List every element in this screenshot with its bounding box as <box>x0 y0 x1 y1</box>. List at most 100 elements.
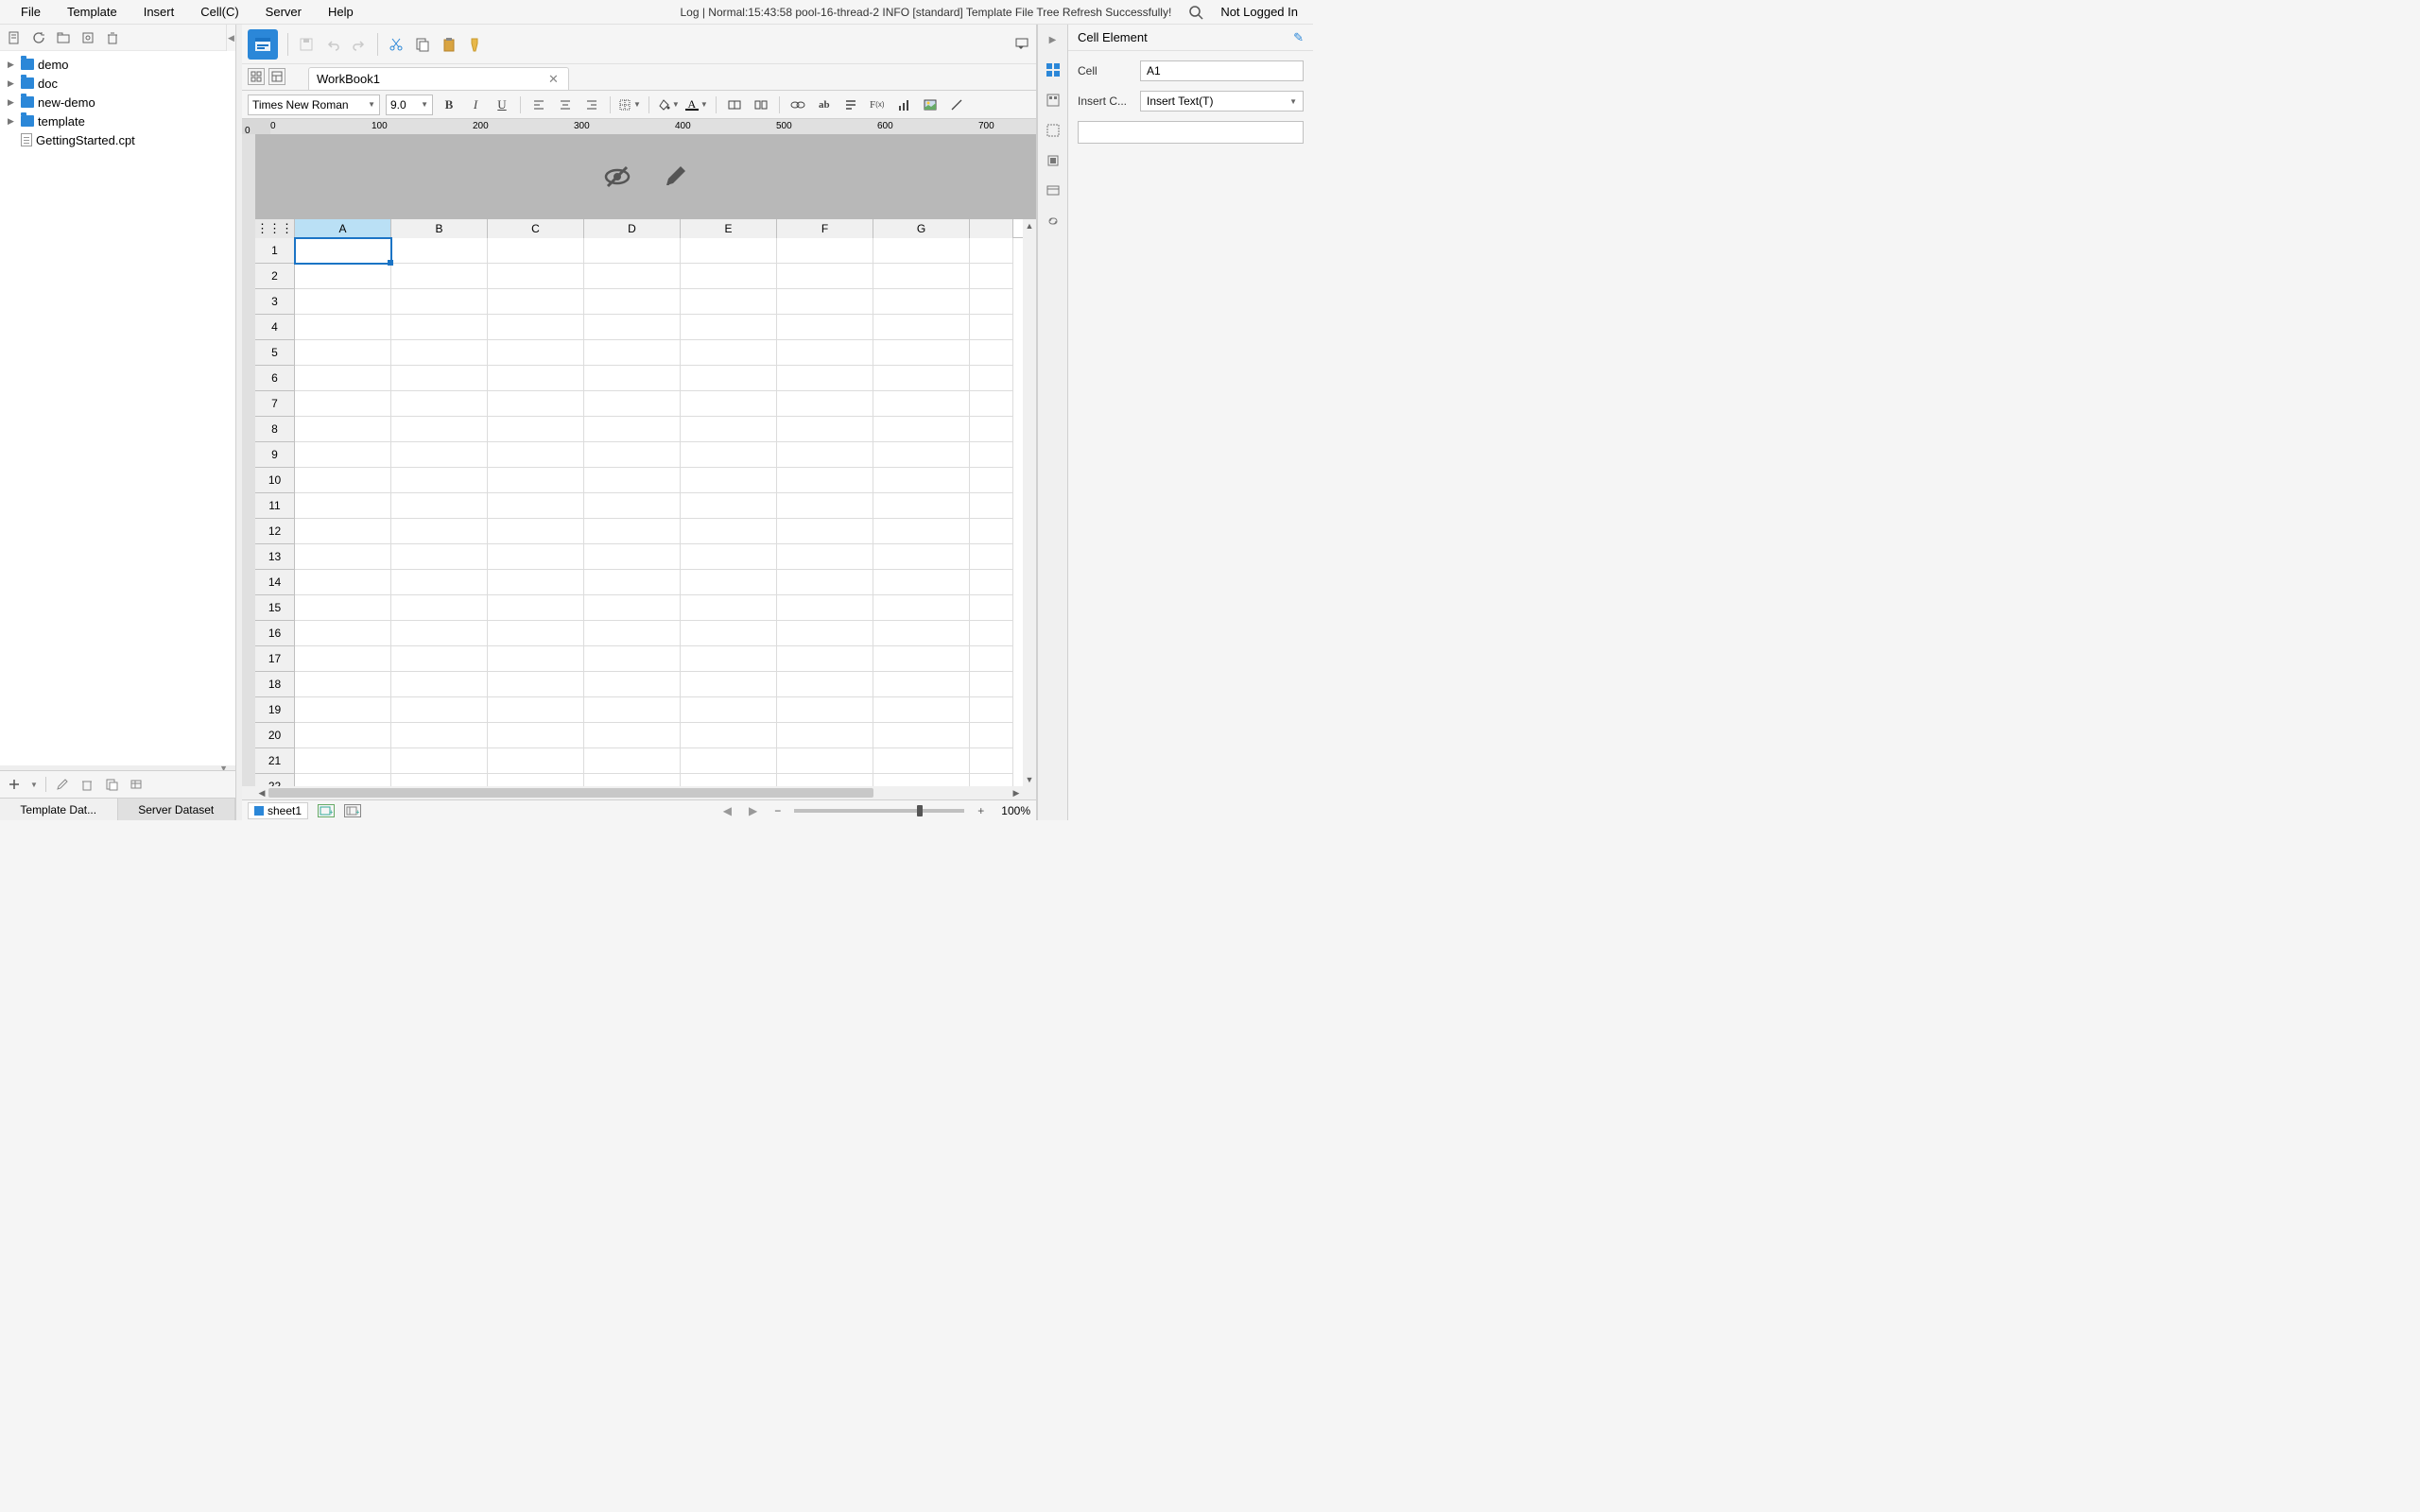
cell[interactable] <box>777 697 873 723</box>
present-tab-icon[interactable] <box>1044 181 1063 200</box>
cell[interactable] <box>488 366 584 391</box>
cell[interactable] <box>584 315 681 340</box>
cell[interactable] <box>873 366 970 391</box>
chart-icon[interactable] <box>893 94 914 115</box>
cell[interactable] <box>777 442 873 468</box>
cell[interactable] <box>777 264 873 289</box>
report-type-icon[interactable] <box>248 29 278 60</box>
layout-view-icon[interactable] <box>268 68 285 85</box>
font-size-select[interactable]: 9.0▼ <box>386 94 433 115</box>
cell[interactable] <box>584 264 681 289</box>
login-status[interactable]: Not Logged In <box>1213 5 1305 19</box>
unmerge-cells-icon[interactable] <box>751 94 771 115</box>
collapse-left-icon[interactable]: ◀ <box>226 25 235 51</box>
cell[interactable] <box>970 774 1013 786</box>
menu-insert[interactable]: Insert <box>130 0 188 25</box>
row-header[interactable]: 1 <box>255 238 295 264</box>
cell[interactable] <box>777 672 873 697</box>
bold-button[interactable]: B <box>439 94 459 115</box>
row-header[interactable]: 6 <box>255 366 295 391</box>
cell[interactable] <box>681 493 777 519</box>
row-header[interactable]: 19 <box>255 697 295 723</box>
formula-icon[interactable]: F(x) <box>867 94 888 115</box>
cell[interactable] <box>777 621 873 646</box>
cell[interactable] <box>970 595 1013 621</box>
cell[interactable] <box>488 646 584 672</box>
column-header-e[interactable]: E <box>681 219 777 238</box>
column-header-d[interactable]: D <box>584 219 681 238</box>
cell[interactable] <box>584 697 681 723</box>
cell[interactable] <box>488 315 584 340</box>
cell[interactable] <box>873 646 970 672</box>
cell[interactable] <box>391 697 488 723</box>
rename-icon[interactable] <box>79 29 96 46</box>
cell[interactable] <box>295 697 391 723</box>
cell[interactable] <box>488 748 584 774</box>
cut-icon[interactable] <box>388 36 405 53</box>
row-header[interactable]: 13 <box>255 544 295 570</box>
cell[interactable] <box>295 748 391 774</box>
column-header-a[interactable]: A <box>295 219 391 238</box>
cell[interactable] <box>295 774 391 786</box>
menu-template[interactable]: Template <box>54 0 130 25</box>
cell[interactable] <box>681 417 777 442</box>
cell-element-tab-icon[interactable] <box>1044 60 1063 79</box>
tree-folder-template[interactable]: ▶template <box>0 112 235 130</box>
cell[interactable] <box>584 442 681 468</box>
cell[interactable] <box>391 238 488 264</box>
cell[interactable] <box>295 493 391 519</box>
cell[interactable] <box>970 366 1013 391</box>
cell[interactable] <box>295 315 391 340</box>
cell[interactable] <box>391 723 488 748</box>
cell[interactable] <box>295 238 391 264</box>
cell[interactable] <box>970 238 1013 264</box>
cell[interactable] <box>295 468 391 493</box>
cell[interactable] <box>391 646 488 672</box>
content-textarea[interactable] <box>1078 121 1304 144</box>
report-header-zone[interactable] <box>255 134 1036 219</box>
cell[interactable] <box>681 723 777 748</box>
copy-dataset-icon[interactable] <box>103 776 120 793</box>
cell[interactable] <box>873 672 970 697</box>
cell[interactable] <box>873 340 970 366</box>
delete-dataset-icon[interactable] <box>78 776 95 793</box>
cell[interactable] <box>584 570 681 595</box>
cell[interactable] <box>970 621 1013 646</box>
row-header[interactable]: 8 <box>255 417 295 442</box>
cell[interactable] <box>873 468 970 493</box>
cell[interactable] <box>488 697 584 723</box>
cell[interactable] <box>681 748 777 774</box>
cell[interactable] <box>584 595 681 621</box>
cell[interactable] <box>488 723 584 748</box>
cell[interactable] <box>681 442 777 468</box>
cell[interactable] <box>681 264 777 289</box>
cell[interactable] <box>295 264 391 289</box>
cell[interactable] <box>970 442 1013 468</box>
cell[interactable] <box>295 366 391 391</box>
refresh-icon[interactable] <box>30 29 47 46</box>
zoom-in-button[interactable]: + <box>974 804 988 817</box>
cell[interactable] <box>681 391 777 417</box>
cell[interactable] <box>873 493 970 519</box>
cell[interactable] <box>295 544 391 570</box>
cell[interactable] <box>970 748 1013 774</box>
cell[interactable] <box>295 417 391 442</box>
row-header[interactable]: 4 <box>255 315 295 340</box>
row-header[interactable]: 16 <box>255 621 295 646</box>
cell[interactable] <box>970 493 1013 519</box>
cell[interactable] <box>873 774 970 786</box>
cell[interactable] <box>970 672 1013 697</box>
cell[interactable] <box>681 519 777 544</box>
column-header-b[interactable]: B <box>391 219 488 238</box>
save-icon[interactable] <box>298 36 315 53</box>
row-header[interactable]: 3 <box>255 289 295 315</box>
scroll-down-icon[interactable]: ▼ <box>1023 773 1036 786</box>
cell[interactable] <box>488 264 584 289</box>
column-header-extra[interactable] <box>970 219 1013 238</box>
cell[interactable] <box>584 723 681 748</box>
cell[interactable] <box>873 595 970 621</box>
cell[interactable] <box>873 315 970 340</box>
cell-reference-input[interactable]: A1 <box>1140 60 1304 81</box>
cell[interactable] <box>584 621 681 646</box>
zoom-slider-handle[interactable] <box>917 805 923 816</box>
